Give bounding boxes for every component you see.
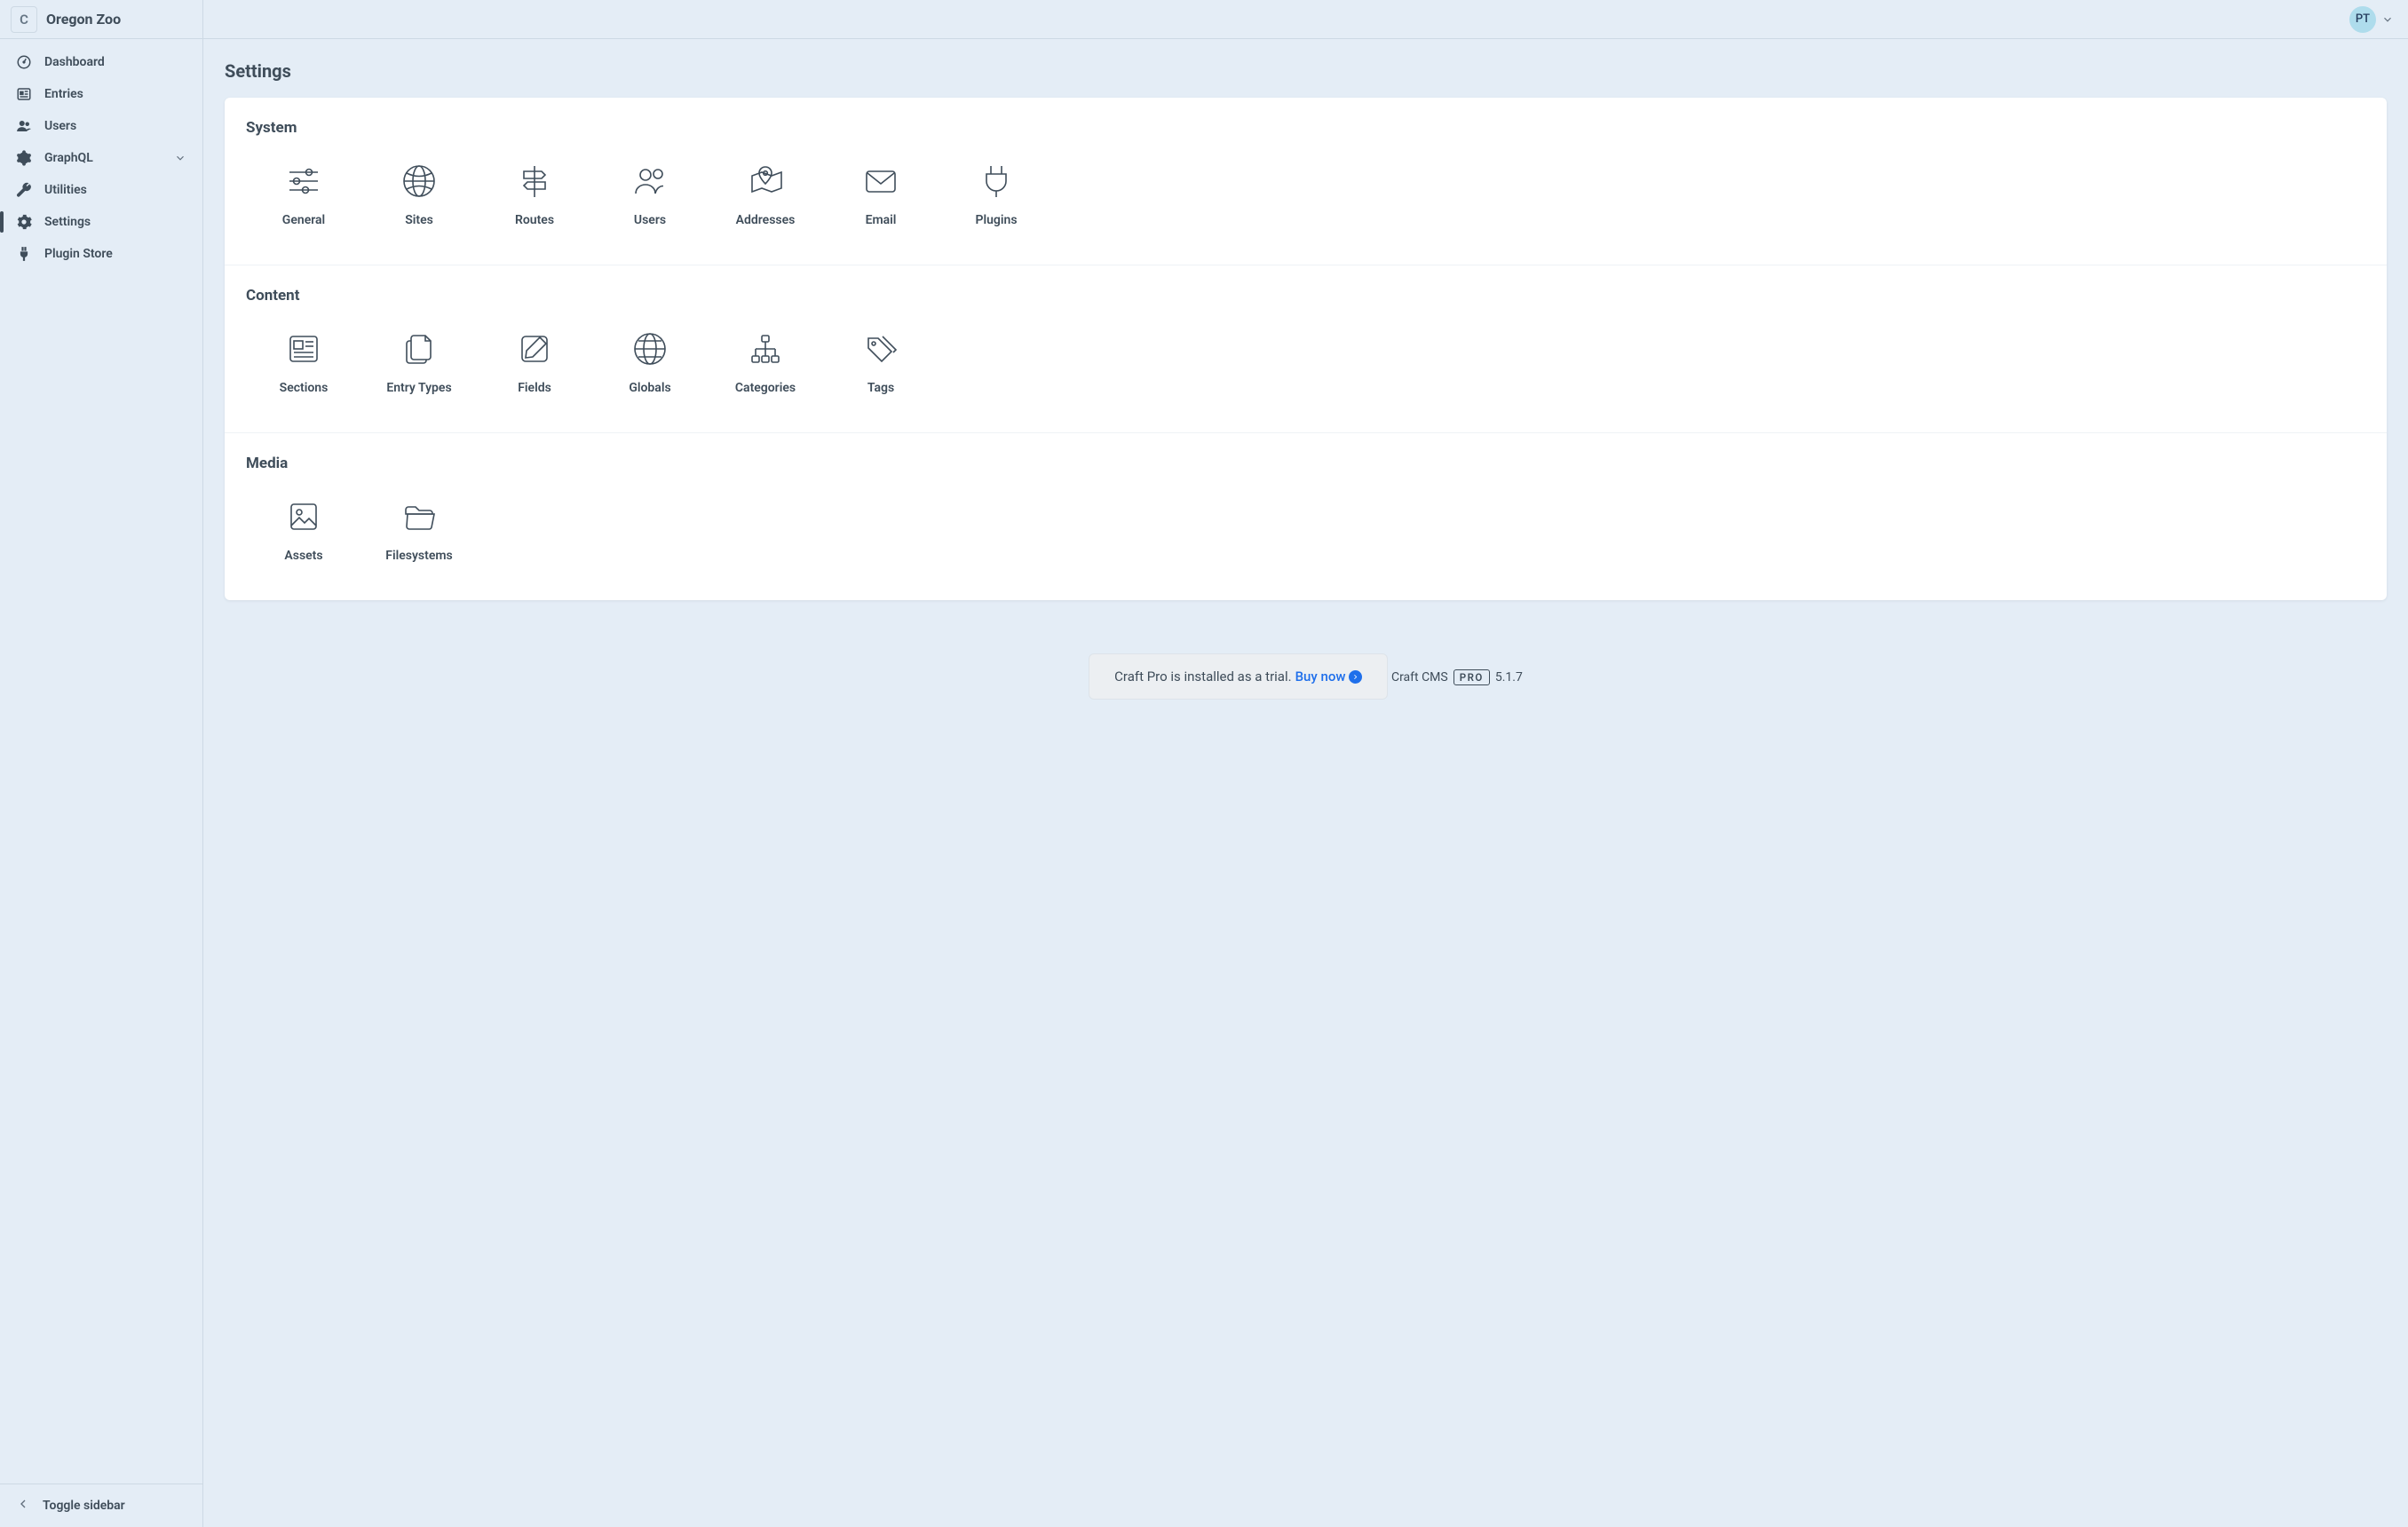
chevron-down-icon[interactable] (2381, 13, 2394, 26)
version-info: Craft CMS PRO 5.1.7 (1391, 669, 1523, 685)
tile-label: Tags (867, 381, 894, 395)
tile-filesystems[interactable]: Filesystems (361, 488, 477, 579)
tile-fields[interactable]: Fields (477, 320, 592, 411)
tile-label: Email (866, 213, 897, 227)
plug-icon (977, 162, 1016, 201)
tile-label: Filesystems (385, 549, 452, 563)
tile-globals[interactable]: Globals (592, 320, 708, 411)
tile-addresses[interactable]: Addresses (708, 153, 823, 243)
gauge-icon (16, 54, 32, 70)
files-icon (400, 329, 439, 368)
trial-notice: Craft Pro is installed as a trial. Buy n… (1089, 653, 1388, 700)
sidebar-item-settings[interactable]: Settings (0, 206, 202, 238)
tile-label: Routes (515, 213, 554, 227)
sidebar-item-label: Entries (44, 87, 186, 101)
sidebar-item-label: Settings (44, 215, 186, 229)
envelope-icon (861, 162, 900, 201)
tile-label: Globals (629, 381, 670, 395)
main-nav: Dashboard Entries Users (0, 39, 202, 277)
plug-icon (16, 246, 32, 262)
wrench-icon (16, 182, 32, 198)
folder-icon (400, 497, 439, 536)
section-media: Media Assets Filesystems (225, 432, 2387, 600)
tile-entry-types[interactable]: Entry Types (361, 320, 477, 411)
edition-badge[interactable]: PRO (1454, 669, 1490, 685)
sliders-icon (284, 162, 323, 201)
globe-icon (630, 329, 669, 368)
tile-label: Addresses (736, 213, 796, 227)
gear-icon (16, 214, 32, 230)
footer: Craft Pro is installed as a trial. Buy n… (225, 653, 2387, 726)
sidebar-item-dashboard[interactable]: Dashboard (0, 46, 202, 78)
sidebar-item-plugin-store[interactable]: Plugin Store (0, 238, 202, 270)
globe-icon (400, 162, 439, 201)
tile-label: Assets (284, 549, 322, 563)
signpost-icon (515, 162, 554, 201)
product-name: Craft CMS (1391, 670, 1448, 684)
tile-label: Sections (280, 381, 329, 395)
sidebar-item-label: Utilities (44, 183, 186, 197)
toggle-sidebar-label: Toggle sidebar (43, 1499, 125, 1513)
section-heading: Media (246, 455, 2365, 472)
tile-label: Entry Types (386, 381, 451, 395)
newspaper-icon (16, 86, 32, 102)
tile-label: General (282, 213, 325, 227)
sidebar-item-label: GraphQL (44, 151, 162, 165)
tile-label: Fields (518, 381, 551, 395)
pencil-icon (515, 329, 554, 368)
tile-tags[interactable]: Tags (823, 320, 939, 411)
tile-label: Sites (405, 213, 433, 227)
tile-assets[interactable]: Assets (246, 488, 361, 579)
settings-panel: System General Sites (225, 98, 2387, 600)
user-avatar[interactable]: PT (2349, 6, 2376, 33)
chevron-left-icon (16, 1497, 30, 1515)
buy-now-link[interactable]: Buy now (1295, 669, 1363, 684)
users-icon (630, 162, 669, 201)
tile-users[interactable]: Users (592, 153, 708, 243)
tags-icon (861, 329, 900, 368)
tile-routes[interactable]: Routes (477, 153, 592, 243)
section-content: Content Sections Entry Types (225, 265, 2387, 432)
trial-text: Craft Pro is installed as a trial. (1114, 669, 1291, 684)
newspaper-icon (284, 329, 323, 368)
users-icon (16, 118, 32, 134)
tile-label: Plugins (975, 213, 1017, 227)
section-heading: System (246, 119, 2365, 137)
section-heading: Content (246, 287, 2365, 305)
image-icon (284, 497, 323, 536)
tile-label: Categories (735, 381, 796, 395)
tile-label: Users (634, 213, 666, 227)
tile-email[interactable]: Email (823, 153, 939, 243)
brand-title: Oregon Zoo (46, 11, 121, 28)
version-number: 5.1.7 (1495, 670, 1523, 684)
sidebar-item-entries[interactable]: Entries (0, 78, 202, 110)
buy-now-label: Buy now (1295, 669, 1346, 684)
sitemap-icon (746, 329, 785, 368)
tile-plugins[interactable]: Plugins (939, 153, 1054, 243)
graphql-icon (16, 150, 32, 166)
sidebar: C Oregon Zoo Dashboard Entries (0, 0, 203, 1527)
section-system: System General Sites (225, 98, 2387, 265)
header: PT (203, 0, 2408, 39)
sidebar-item-graphql[interactable]: GraphQL (0, 142, 202, 174)
tile-general[interactable]: General (246, 153, 361, 243)
sidebar-item-utilities[interactable]: Utilities (0, 174, 202, 206)
map-pin-icon (746, 162, 785, 201)
tile-sections[interactable]: Sections (246, 320, 361, 411)
tile-categories[interactable]: Categories (708, 320, 823, 411)
toggle-sidebar-button[interactable]: Toggle sidebar (0, 1483, 202, 1527)
page-title: Settings (225, 60, 2387, 82)
sidebar-item-label: Plugin Store (44, 247, 186, 261)
sidebar-item-label: Dashboard (44, 55, 186, 69)
sidebar-item-label: Users (44, 119, 186, 133)
brand-logo: C (11, 6, 37, 33)
tile-sites[interactable]: Sites (361, 153, 477, 243)
sidebar-item-users[interactable]: Users (0, 110, 202, 142)
brand-header[interactable]: C Oregon Zoo (0, 0, 202, 39)
arrow-right-circle-icon (1349, 670, 1362, 684)
chevron-down-icon (174, 152, 186, 164)
